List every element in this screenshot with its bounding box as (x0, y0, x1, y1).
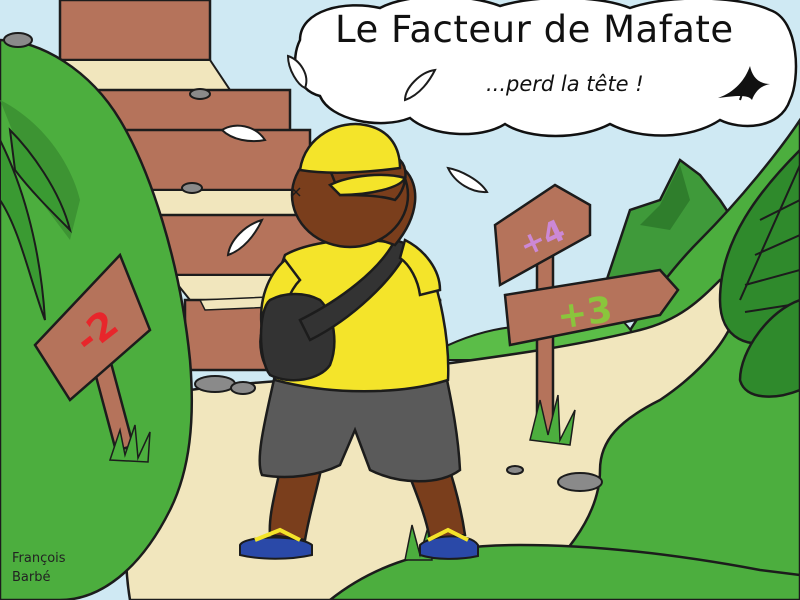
illustration-scene: -2 +4 +3 (0, 0, 800, 600)
page-subtitle: ...perd la tête ! (486, 72, 644, 96)
author-last-name: Barbé (12, 570, 51, 585)
sign-lower-right-label: +3 (555, 289, 615, 337)
author-credit: François Barbé (12, 549, 66, 587)
author-first-name: François (12, 551, 66, 566)
page-title: Le Facteur de Mafate (335, 8, 734, 51)
